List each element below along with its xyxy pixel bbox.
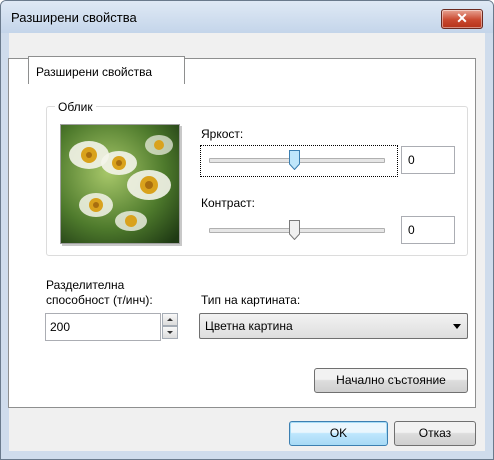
spin-up-button[interactable] [162, 313, 178, 326]
window-title: Разширени свойства [11, 10, 137, 25]
contrast-thumb[interactable] [289, 220, 300, 240]
tab-label: Разширени свойства [36, 65, 153, 79]
brightness-value-field[interactable]: 0 [401, 146, 455, 174]
brightness-label: Яркост: [201, 127, 244, 141]
cancel-button[interactable]: Отказ [394, 421, 476, 446]
spin-down-icon [167, 331, 173, 334]
resolution-input[interactable]: 200 [45, 313, 161, 341]
resolution-value: 200 [50, 320, 71, 334]
close-icon: ✕ [456, 10, 468, 26]
tab-advanced-properties[interactable]: Разширени свойства [28, 56, 185, 84]
contrast-value-field[interactable]: 0 [401, 216, 455, 244]
flowers-image [61, 125, 179, 243]
image-type-select[interactable]: Цветна картина [199, 313, 468, 339]
spin-down-button[interactable] [162, 326, 178, 339]
contrast-value: 0 [408, 223, 415, 237]
image-preview [60, 124, 180, 244]
brightness-thumb[interactable] [289, 150, 300, 170]
contrast-label: Контраст: [201, 196, 255, 210]
brightness-value: 0 [408, 153, 415, 167]
image-type-value: Цветна картина [205, 319, 293, 333]
close-button[interactable]: ✕ [441, 9, 483, 29]
title-bar[interactable]: Разширени свойства ✕ [1, 1, 493, 33]
spin-up-icon [167, 318, 173, 321]
chevron-down-icon [453, 324, 461, 329]
resolution-label-line1: Разделителна [46, 278, 125, 292]
resolution-label-line2: способност (т/инч): [46, 293, 153, 307]
reset-button[interactable]: Начално състояние [314, 368, 468, 393]
resolution-spinner[interactable] [162, 313, 178, 339]
ok-button[interactable]: OK [289, 421, 388, 446]
image-type-label: Тип на картината: [201, 293, 301, 307]
appearance-group-label: Облик [55, 100, 96, 114]
